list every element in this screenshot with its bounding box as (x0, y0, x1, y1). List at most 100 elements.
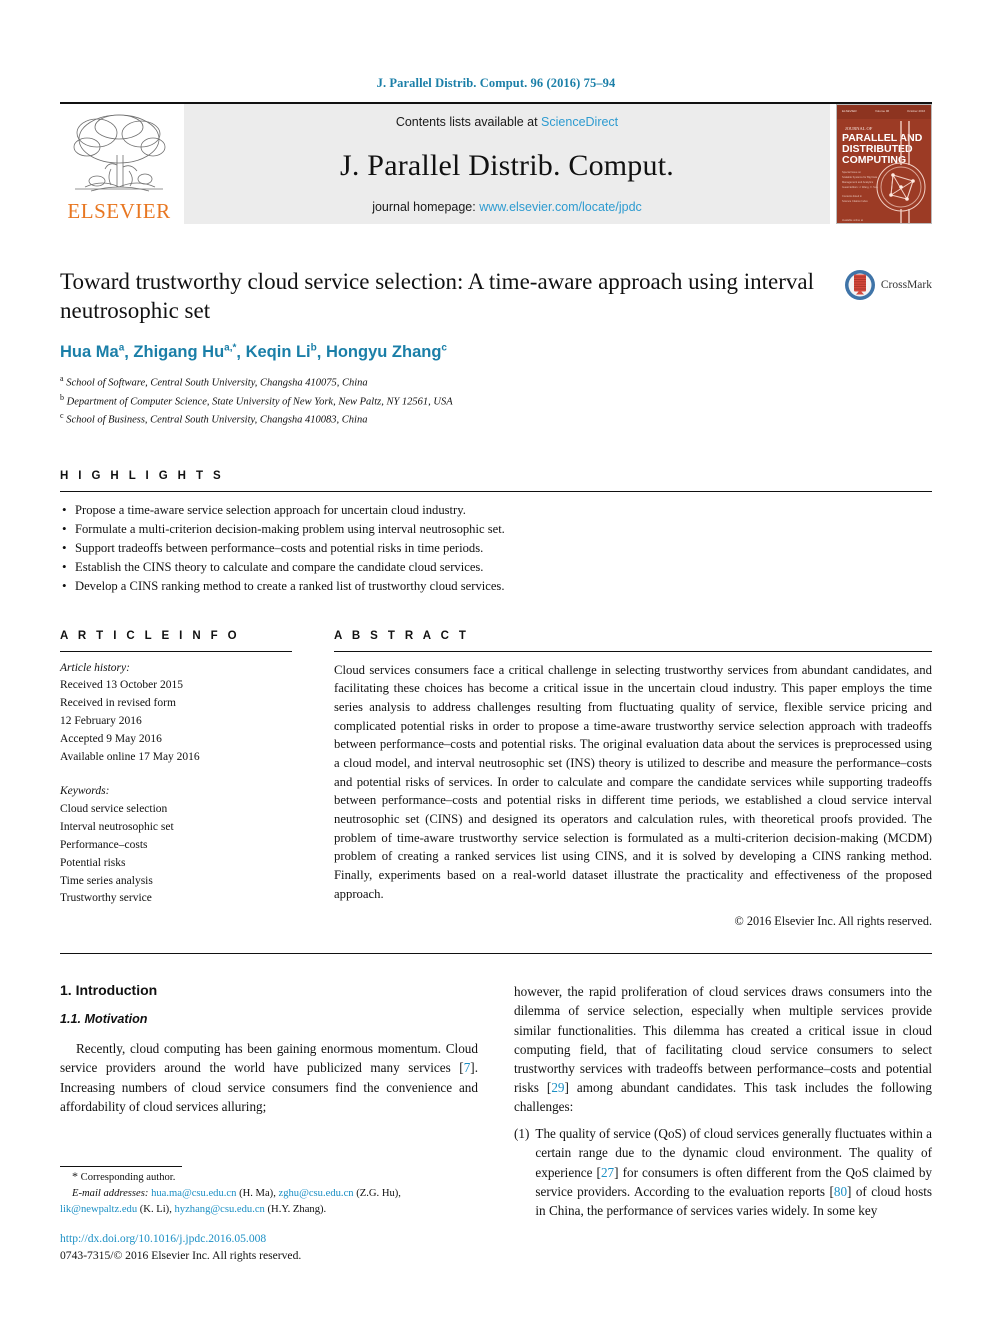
keywords-group: Keywords: Cloud service selection Interv… (60, 783, 292, 908)
list-item: Establish the CINS theory to calculate a… (60, 557, 932, 577)
journal-masthead: ELSEVIER Contents lists available at Sci… (60, 102, 932, 224)
masthead-center: Contents lists available at ScienceDirec… (184, 104, 830, 224)
email-link-4[interactable]: hyzhang@csu.edu.cn (175, 1204, 265, 1215)
list-item: Formulate a multi-criterion decision-mak… (60, 519, 932, 539)
article-history-label: Article history: (60, 661, 130, 674)
keyword-item: Time series analysis (60, 874, 153, 887)
affiliation-b: b Department of Computer Science, State … (60, 392, 932, 411)
citation-80[interactable]: 80 (834, 1184, 847, 1199)
crossmark-badge[interactable]: CrossMark (844, 269, 932, 301)
affiliation-text-a: School of Software, Central South Univer… (66, 377, 368, 389)
journal-homepage-link[interactable]: www.elsevier.com/locate/jpdc (479, 200, 642, 214)
numbered-item-1-number: (1) (514, 1126, 530, 1142)
keyword-item: Cloud service selection (60, 803, 168, 816)
affiliation-list: a School of Software, Central South Univ… (60, 373, 932, 429)
svg-text:October 2016: October 2016 (907, 109, 926, 113)
sciencedirect-link[interactable]: ScienceDirect (541, 115, 618, 129)
svg-text:Volume 96: Volume 96 (875, 109, 890, 113)
email-link-3[interactable]: lik@newpaltz.edu (60, 1204, 137, 1215)
svg-text:ELSEVIER: ELSEVIER (842, 109, 858, 113)
abstract-text: Cloud services consumers face a critical… (334, 662, 932, 901)
svg-text:Science Citation Index: Science Citation Index (842, 199, 869, 203)
keyword-item: Potential risks (60, 856, 126, 869)
email-label: E-mail addresses: (72, 1187, 149, 1199)
journal-homepage-line: journal homepage: www.elsevier.com/locat… (372, 200, 642, 214)
contents-available-line: Contents lists available at ScienceDirec… (396, 115, 618, 129)
paragraph-left-1: Recently, cloud computing has been gaini… (60, 1039, 478, 1116)
email-addresses-line: E-mail addresses: hua.ma@csu.edu.cn (H. … (72, 1187, 401, 1199)
paragraph-right-1-part-a: however, the rapid proliferation of clou… (514, 984, 932, 1096)
author-list: Hua Maa, Zhigang Hua,*, Keqin Lib, Hongy… (60, 342, 447, 362)
article-info-rule (60, 650, 292, 652)
highlights-heading: H I G H L I G H T S (60, 469, 225, 482)
list-item: Develop a CINS ranking method to create … (60, 576, 932, 596)
svg-text:Guest Editors: J. Wang, X. Sun: Guest Editors: J. Wang, X. Sun (842, 185, 878, 189)
doi-block: http://dx.doi.org/10.1016/j.jpdc.2016.05… (60, 1231, 478, 1265)
subsection-title-motivation: 1.1. Motivation (60, 1012, 148, 1027)
elsevier-tree-icon (73, 114, 166, 192)
affiliation-marker-b: b (60, 392, 64, 402)
highlights-list: Propose a time-aware service selection a… (60, 500, 932, 597)
svg-text:Contents listed in: Contents listed in (842, 194, 862, 198)
history-online: Available online 17 May 2016 (60, 750, 200, 763)
email-who-2: (Z.G. Hu) (356, 1187, 399, 1199)
article-info-column: A R T I C L E I N F O Article history: R… (60, 630, 292, 909)
author-1[interactable]: Hua Maa (60, 343, 124, 362)
affiliation-c: c School of Business, Central South Univ… (60, 410, 932, 429)
highlights-rule (60, 490, 932, 492)
numbered-item-1: (1) The quality of service (QoS) of clou… (514, 1124, 932, 1220)
list-item: Propose a time-aware service selection a… (60, 500, 932, 520)
affiliation-text-b: Department of Computer Science, State Un… (66, 396, 453, 408)
corresponding-author-note: * Corresponding author. (60, 1167, 478, 1186)
citation-27[interactable]: 27 (601, 1165, 614, 1180)
svg-text:Management and Analytics: Management and Analytics (842, 180, 874, 184)
elsevier-wordmark: ELSEVIER (67, 199, 171, 223)
journal-title: J. Parallel Distrib. Comput. (340, 148, 674, 182)
running-head: J. Parallel Distrib. Comput. 96 (2016) 7… (376, 76, 616, 90)
section-title-introduction: 1. Introduction (60, 982, 158, 999)
article-history-group: Article history: Received 13 October 201… (60, 660, 292, 767)
email-link-2[interactable]: zghu@csu.edu.cn (279, 1188, 354, 1199)
keyword-item: Performance–costs (60, 838, 148, 851)
affiliation-marker-a: a (60, 374, 64, 384)
article-page: J. Parallel Distrib. Comput. 96 (2016) 7… (0, 0, 992, 1323)
paragraph-right-1: however, the rapid proliferation of clou… (514, 982, 932, 1116)
svg-text:Special Issue on: Special Issue on (842, 170, 862, 174)
corresponding-author-text: Corresponding author. (80, 1171, 176, 1183)
abstract-heading: A B S T R A C T (334, 629, 470, 642)
paragraph-right-1-part-b: ] among abundant candidates. This task i… (514, 1080, 932, 1115)
abstract-rule (334, 650, 932, 652)
highlights-section: H I G H L I G H T S Propose a time-aware… (60, 470, 932, 597)
author-4[interactable]: Hongyu Zhangc (326, 343, 447, 362)
page-title: Toward trustworthy cloud service selecti… (60, 269, 814, 324)
paragraph-left-1-part-a: Recently, cloud computing has been gaini… (60, 1041, 478, 1076)
body-column-right: however, the rapid proliferation of clou… (514, 982, 932, 1220)
author-2[interactable]: Zhigang Hua,* (133, 343, 236, 362)
email-link-1[interactable]: hua.ma@csu.edu.cn (151, 1188, 236, 1199)
svg-text:COMPUTING: COMPUTING (842, 154, 906, 166)
citation-29[interactable]: 29 (551, 1080, 564, 1095)
doi-link[interactable]: http://dx.doi.org/10.1016/j.jpdc.2016.05… (60, 1231, 478, 1248)
issn-copyright-line: 0743-7315/© 2016 Elsevier Inc. All right… (60, 1249, 302, 1263)
body-separator-rule (60, 953, 932, 955)
crossmark-icon (844, 270, 875, 300)
history-received: Received 13 October 2015 (60, 679, 183, 692)
contents-prefix: Contents lists available at (395, 115, 542, 129)
email-who-1: (H. Ma) (239, 1187, 274, 1199)
email-addresses-line-2: lik@newpaltz.edu (K. Li), hyzhang@csu.ed… (60, 1203, 327, 1215)
crossmark-label: CrossMark (880, 279, 932, 291)
svg-text:Available online at: Available online at (842, 218, 863, 222)
homepage-prefix: journal homepage: (372, 200, 480, 214)
svg-text:JOURNAL OF: JOURNAL OF (845, 126, 873, 131)
author-3[interactable]: Keqin Lib (246, 343, 317, 362)
elsevier-logo: ELSEVIER (60, 104, 178, 224)
numbered-item-1-text: The quality of service (QoS) of cloud se… (535, 1124, 932, 1220)
info-abstract-section: A R T I C L E I N F O Article history: R… (60, 630, 932, 930)
svg-text:Scalable Systems for Big Data: Scalable Systems for Big Data (842, 175, 878, 179)
abstract-column: A B S T R A C T Cloud services consumers… (334, 630, 932, 930)
affiliation-a: a School of Software, Central South Univ… (60, 373, 932, 392)
footnote-block: * Corresponding author. E-mail addresses… (60, 1165, 478, 1265)
copyright-line: © 2016 Elsevier Inc. All rights reserved… (734, 914, 932, 929)
email-who-4: (H.Y. Zhang) (267, 1203, 324, 1215)
footnote-star: * (72, 1168, 78, 1183)
